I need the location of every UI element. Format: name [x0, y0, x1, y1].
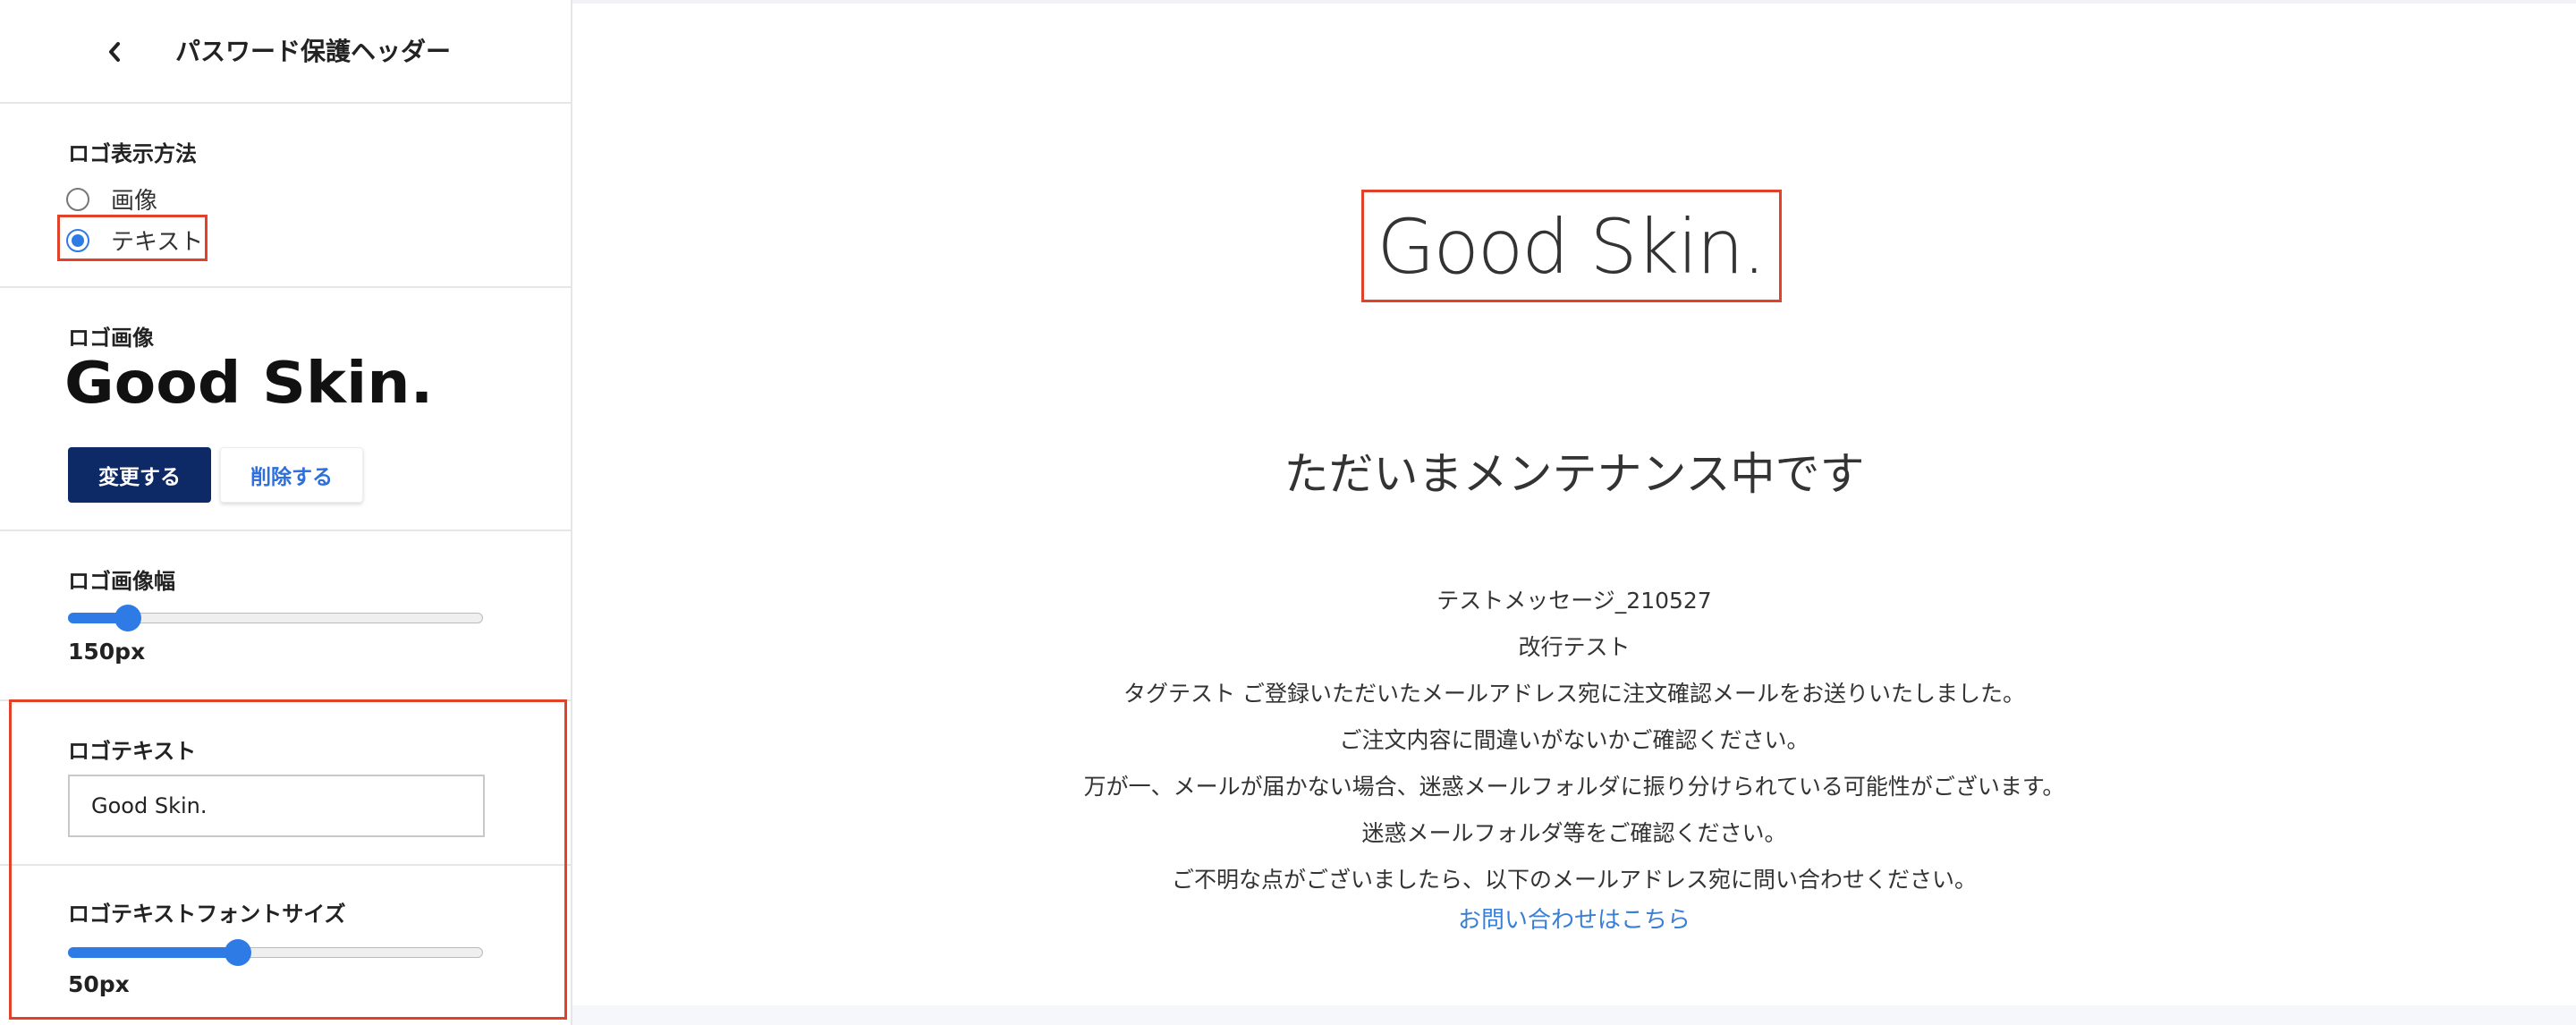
sidebar-title: パスワード保護ヘッダー [175, 37, 452, 66]
message-line: ご不明な点がございましたら、以下のメールアドレス宛に問い合わせください。 [1171, 867, 1977, 893]
preview-logo-text: Good Skin. [1377, 203, 1766, 291]
delete-logo-button[interactable]: 削除する [220, 447, 363, 503]
logo-image-label: ロゴ画像 [68, 326, 154, 351]
logo-text-section: ロゴテキスト [0, 701, 571, 866]
message-line: テストメッセージ_210527 [1436, 588, 1712, 614]
slider-fill [68, 947, 238, 958]
slider-thumb[interactable] [225, 939, 251, 966]
change-logo-button[interactable]: 変更する [68, 447, 211, 503]
app: パスワード保護ヘッダー ロゴ表示方法 画像 テキスト ロゴ画像 Good Ski… [0, 0, 2576, 1025]
logo-width-slider[interactable] [68, 605, 483, 631]
logo-image-preview: Good Skin. [64, 351, 434, 417]
radio-text-label: テキスト [111, 229, 204, 256]
logo-display-method-section: ロゴ表示方法 画像 テキスト [0, 104, 571, 288]
logo-image-section: ロゴ画像 Good Skin. 変更する 削除する [0, 288, 571, 531]
message-line: 改行テスト [1518, 634, 1631, 660]
slider-thumb[interactable] [114, 605, 141, 631]
maintenance-heading: ただいまメンテナンス中です [1284, 448, 1865, 500]
radio-image-label: 画像 [111, 188, 158, 215]
radio-text[interactable] [66, 228, 89, 252]
logo-display-method-label: ロゴ表示方法 [68, 141, 197, 166]
logo-width-label: ロゴ画像幅 [68, 569, 175, 594]
bottom-strip [572, 1005, 2576, 1025]
sidebar-header: パスワード保護ヘッダー [0, 0, 571, 104]
logo-font-size-slider[interactable] [68, 939, 483, 966]
radio-image[interactable] [66, 187, 89, 211]
logo-font-size-label: ロゴテキストフォントサイズ [68, 902, 346, 927]
settings-sidebar: パスワード保護ヘッダー ロゴ表示方法 画像 テキスト ロゴ画像 Good Ski… [0, 0, 572, 1025]
logo-width-section: ロゴ画像幅 150px [0, 531, 571, 701]
message-line: ご注文内容に間違いがないかご確認ください。 [1339, 727, 1809, 753]
logo-text-label: ロゴテキスト [68, 739, 197, 764]
message-line: 万が一、メールが届かない場合、迷惑メールフォルダに振り分けられている可能性がござ… [1083, 774, 2065, 800]
radio-option-image[interactable]: 画像 [66, 182, 157, 216]
message-line: タグテスト ご登録いただいたメールアドレス宛に注文確認メールをお送りいたしました… [1123, 681, 2025, 707]
radio-option-text[interactable]: テキスト [66, 224, 203, 257]
contact-link[interactable]: お問い合わせはこちら [572, 902, 2576, 935]
message-line: 迷惑メールフォルダ等をご確認ください。 [1361, 820, 1787, 846]
logo-font-size-section: ロゴテキストフォントサイズ 50px [0, 866, 571, 1025]
maintenance-message: テストメッセージ_210527 改行テストタグテスト ご登録いただいたメールアドレ… [572, 578, 2576, 903]
logo-text-input[interactable] [68, 775, 485, 837]
chevron-left-icon[interactable] [100, 36, 129, 68]
top-divider [572, 0, 2576, 4]
logo-font-size-value: 50px [68, 971, 130, 997]
logo-width-value: 150px [68, 639, 146, 665]
maintenance-preview: Good Skin. ただいまメンテナンス中です テストメッセージ_210527… [572, 0, 2576, 1025]
